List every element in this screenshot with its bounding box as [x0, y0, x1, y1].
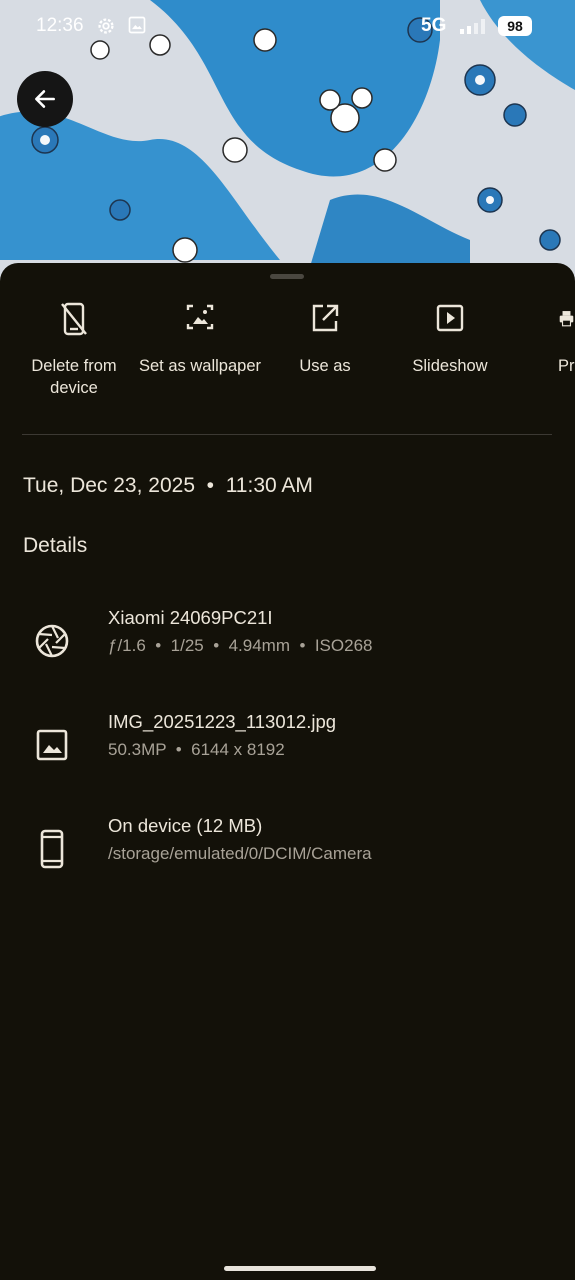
signal-icon: [460, 19, 486, 41]
action-label: Delete from device: [31, 357, 117, 397]
photo-date-time: Tue, Dec 23, 2025 • 11:30 AM: [23, 474, 313, 497]
gesture-nav-bar[interactable]: [224, 1266, 376, 1271]
back-button[interactable]: [17, 71, 73, 127]
camera-info-row[interactable]: Xiaomi 24069PC21I ƒ/1.6 • 1/25 • 4.94mm …: [0, 607, 575, 677]
arrow-left-icon: [35, 90, 55, 108]
aperture-icon: [32, 621, 72, 661]
set-as-wallpaper-button[interactable]: Set as wallpaper: [137, 301, 263, 377]
storage-info-row[interactable]: On device (12 MB) /storage/emulated/0/DC…: [0, 815, 575, 885]
action-label: Pr: [558, 357, 575, 375]
wallpaper-icon: [186, 304, 214, 330]
details-sheet: Delete from device Set as wallpaper Use …: [0, 263, 575, 1280]
slideshow-button[interactable]: Slideshow: [387, 301, 513, 377]
action-label: Set as wallpaper: [139, 357, 261, 375]
details-heading: Details: [23, 534, 88, 557]
status-time: 12:36: [36, 15, 84, 36]
delete-from-device-button[interactable]: Delete from device: [11, 301, 137, 399]
open-external-icon: [312, 304, 339, 332]
camera-settings: ƒ/1.6 • 1/25 • 4.94mm • ISO268: [108, 636, 373, 655]
settings-icon: [95, 15, 117, 43]
action-label: Use as: [299, 357, 351, 375]
slideshow-icon: [436, 304, 464, 332]
camera-model: Xiaomi 24069PC21I: [108, 607, 273, 628]
file-resolution: 50.3MP • 6144 x 8192: [108, 740, 285, 759]
status-bar: 12:36 5G 98: [0, 0, 575, 54]
gallery-icon: [127, 15, 147, 41]
action-label: Slideshow: [412, 357, 488, 375]
file-name: IMG_20251223_113012.jpg: [108, 711, 337, 732]
file-path: /storage/emulated/0/DCIM/Camera: [108, 844, 372, 863]
network-type: 5G: [421, 15, 447, 36]
divider: [22, 434, 552, 435]
image-icon: [32, 725, 72, 765]
battery-indicator: 98: [498, 16, 532, 36]
use-as-button[interactable]: Use as: [262, 301, 388, 377]
drag-handle[interactable]: [270, 274, 304, 279]
print-icon: [559, 311, 574, 327]
file-info-row[interactable]: IMG_20251223_113012.jpg 50.3MP • 6144 x …: [0, 711, 575, 781]
delete-device-icon: [61, 302, 87, 336]
action-bar: Delete from device Set as wallpaper Use …: [0, 301, 575, 421]
phone-icon: [32, 829, 72, 869]
print-button[interactable]: Pr: [512, 301, 575, 377]
storage-location: On device (12 MB): [108, 815, 263, 836]
